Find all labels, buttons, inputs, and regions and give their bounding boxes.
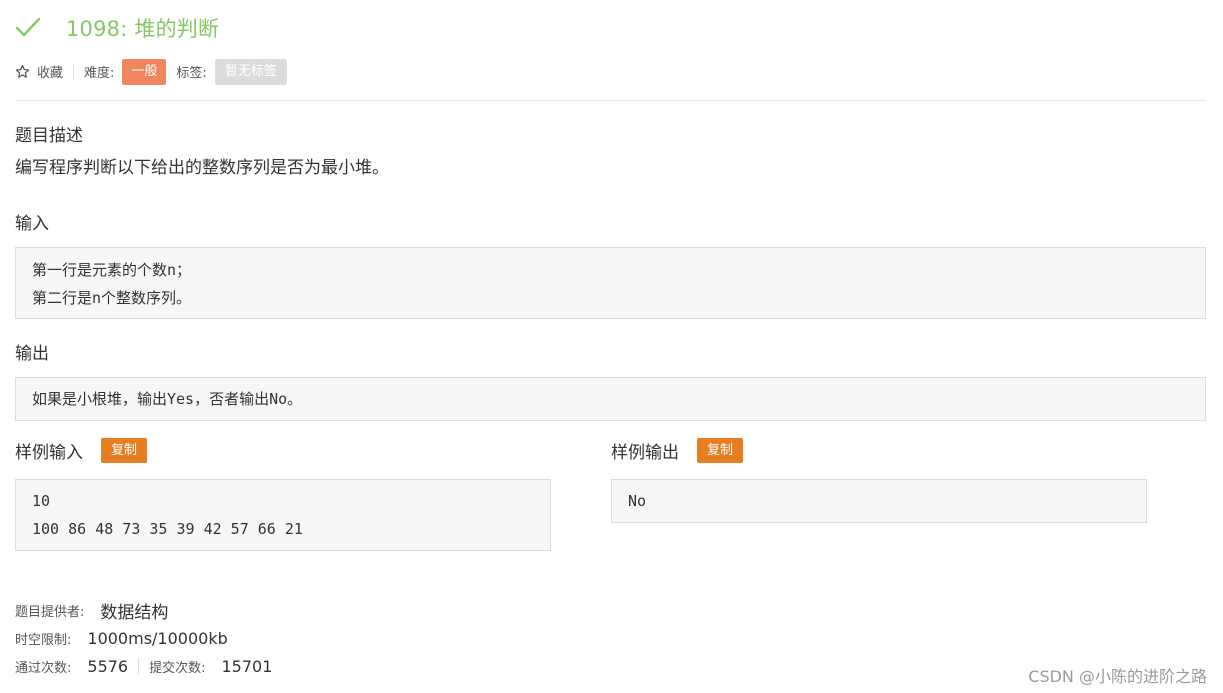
meta-divider <box>73 63 75 80</box>
tags-label: 标签: <box>176 66 207 81</box>
sample-output-box: No <box>611 479 1147 523</box>
difficulty-label: 难度: <box>84 66 115 81</box>
passed-label: 通过次数: <box>15 660 72 676</box>
output-heading: 输出 <box>15 344 49 364</box>
passed-value: 5576 <box>87 656 129 676</box>
input-line: 第一行是元素的个数n； <box>32 261 192 279</box>
limit-row: 时空限制: 1000ms/10000kb <box>15 627 228 649</box>
stats-row: 通过次数: 5576 提交次数: 15701 <box>15 655 272 677</box>
output-box: 如果是小根堆，输出Yes，否者输出No。 <box>15 377 1206 421</box>
sample-input-header: 样例输入 复制 <box>15 437 148 463</box>
problem-title: 1098: 堆的判断 <box>66 17 220 41</box>
input-heading: 输入 <box>15 214 49 234</box>
problem-meta: 收藏 难度: 一般 标签: 暂无标签 <box>15 58 287 85</box>
header-divider <box>15 100 1206 101</box>
limit-value: 1000ms/10000kb <box>87 628 228 648</box>
sample-input-line: 10 <box>32 492 51 510</box>
csdn-watermark: CSDN @小陈的进阶之路 <box>1028 667 1207 686</box>
copy-sample-output-button[interactable]: 复制 <box>697 437 744 463</box>
limit-label: 时空限制: <box>15 632 72 648</box>
sample-input-line: 100 86 48 73 35 39 42 57 66 21 <box>32 520 303 538</box>
star-outline-icon[interactable] <box>15 64 30 79</box>
sample-output-header: 样例输出 复制 <box>611 437 744 463</box>
provider-link[interactable]: 数据结构 <box>100 598 168 623</box>
sample-input-heading: 样例输入 <box>15 442 83 463</box>
problem-title-row: 1098: 堆的判断 <box>14 12 219 44</box>
submitted-value: 15701 <box>221 656 273 676</box>
sample-input-box: 10 100 86 48 73 35 39 42 57 66 21 <box>15 479 551 551</box>
tag-badge: 暂无标签 <box>214 58 287 85</box>
provider-label: 题目提供者: <box>15 604 85 620</box>
difficulty-badge: 一般 <box>122 58 167 85</box>
sample-output-line: No <box>628 492 647 510</box>
description-text: 编写程序判断以下给出的整数序列是否为最小堆。 <box>15 158 389 178</box>
check-icon <box>14 14 42 42</box>
favorite-button[interactable]: 收藏 <box>37 62 63 81</box>
copy-sample-input-button[interactable]: 复制 <box>101 437 148 463</box>
provider-row: 题目提供者: 数据结构 <box>15 598 168 623</box>
input-line: 第二行是n个整数序列。 <box>32 289 192 307</box>
description-heading: 题目描述 <box>15 126 83 146</box>
output-line: 如果是小根堆，输出Yes，否者输出No。 <box>32 390 303 408</box>
stats-divider <box>138 658 140 674</box>
submitted-label: 提交次数: <box>149 660 206 676</box>
sample-output-heading: 样例输出 <box>611 442 679 463</box>
input-box: 第一行是元素的个数n； 第二行是n个整数序列。 <box>15 247 1206 319</box>
